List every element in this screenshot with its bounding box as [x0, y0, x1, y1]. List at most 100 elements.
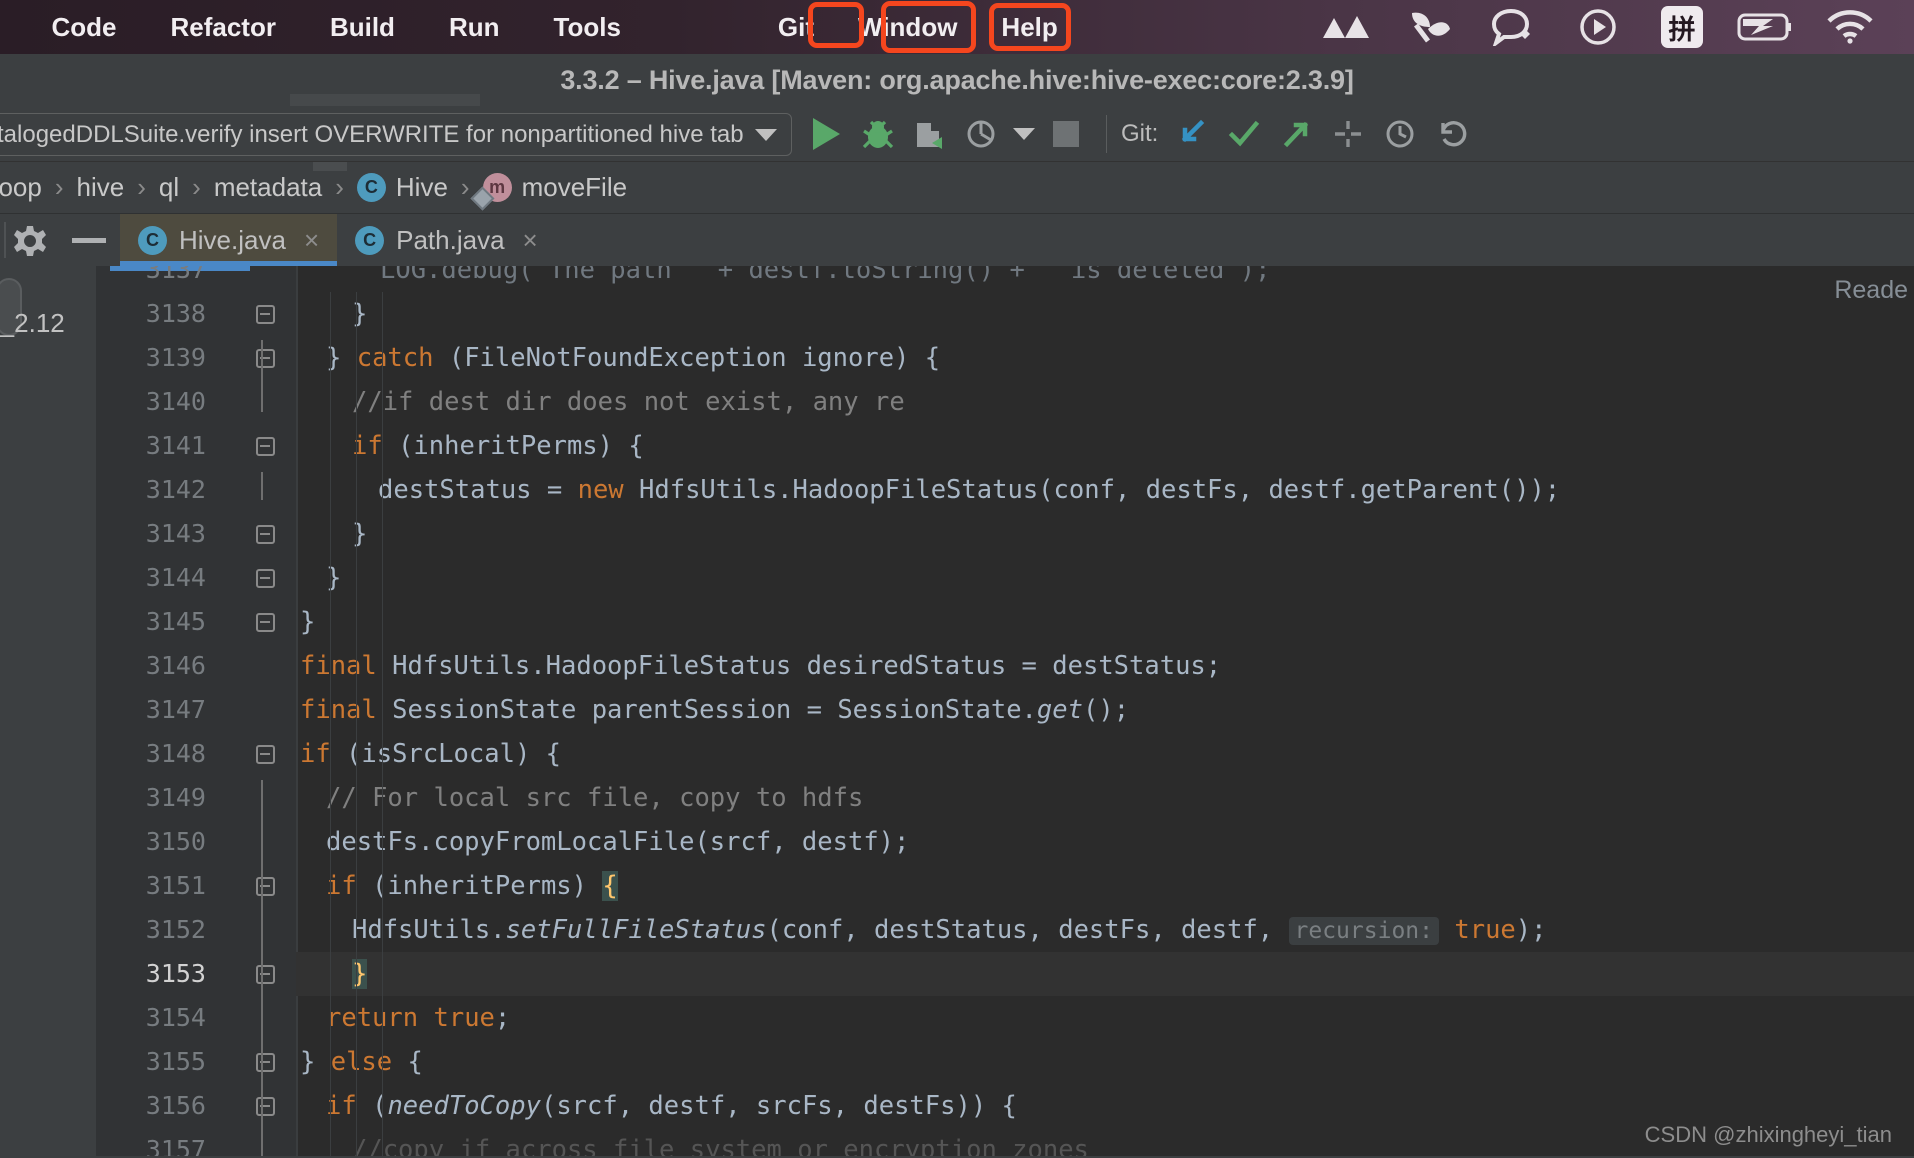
close-icon[interactable]: × — [304, 225, 319, 256]
debug-button[interactable] — [852, 108, 904, 160]
ime-label: 拼 — [1661, 6, 1703, 48]
code-row: 3152 HdfsUtils.setFullFileStatus(conf, de… — [0, 908, 1914, 952]
bug-icon — [862, 120, 894, 149]
run-configuration-selector[interactable]: talogedDDLSuite.verify insert OVERWRITE … — [0, 113, 792, 156]
code-text: if (isSrcLocal) { — [300, 732, 561, 776]
wifi-icon[interactable] — [1808, 0, 1892, 54]
line-number: 3148 — [145, 739, 206, 768]
rollback-icon[interactable] — [1426, 108, 1478, 160]
battery-charging-icon[interactable] — [1724, 0, 1808, 54]
fold-toggle-icon[interactable] — [252, 556, 278, 600]
play-icon — [812, 118, 840, 150]
tab-hive-java[interactable]: C Hive.java × — [120, 214, 338, 266]
menu-items: e Code Refactor Build Run Tools Git Wind… — [0, 0, 1080, 54]
menu-item-code[interactable]: Code — [24, 0, 143, 54]
fold-box — [255, 1096, 275, 1116]
menu-item-tools[interactable]: Tools — [527, 0, 648, 54]
line-number: 3144 — [145, 563, 206, 592]
menu-item-code-prev[interactable]: e — [0, 0, 24, 54]
fold-region-line — [261, 472, 263, 500]
code-text: } catch (FileNotFoundException ignore) { — [326, 336, 940, 380]
tab-path-java[interactable]: C Path.java × — [337, 214, 556, 266]
fold-toggle-icon[interactable] — [252, 424, 278, 468]
method-icon: m — [482, 173, 512, 202]
code-text: return true; — [326, 996, 510, 1040]
code-token: SessionState parentSession = SessionStat… — [376, 695, 1037, 725]
push-icon[interactable] — [1270, 108, 1322, 160]
commit-icon[interactable] — [1218, 108, 1270, 160]
menu-item-refactor[interactable]: Refactor — [143, 0, 302, 54]
fold-box — [255, 436, 275, 456]
fold-box — [255, 348, 275, 368]
breadcrumb-separator: › — [137, 172, 146, 202]
profiler-icon — [967, 120, 995, 148]
code-token: return — [326, 1003, 419, 1033]
run-with-coverage-button[interactable] — [904, 108, 956, 160]
profile-button[interactable] — [956, 108, 1008, 160]
breadcrumb-item-3[interactable]: metadata — [214, 172, 322, 203]
code-row: 3156 if (needToCopy(srcf, destf, srcFs, d… — [0, 1084, 1914, 1128]
menu-item-help[interactable]: Help — [979, 0, 1079, 54]
breadcrumb-item-1[interactable]: hive — [77, 172, 125, 203]
menu-item-run[interactable]: Run — [422, 0, 527, 54]
code-row: 3153} — [0, 952, 1914, 996]
fold-toggle-icon[interactable] — [252, 1040, 278, 1084]
code-row: 3148 if (isSrcLocal) { — [0, 732, 1914, 776]
code-text: final SessionState parentSession = Sessi… — [300, 688, 1129, 732]
leaf-icon[interactable] — [1388, 0, 1472, 54]
code-token: true — [1454, 915, 1516, 945]
breadcrumb-item-5[interactable]: m moveFile — [482, 172, 627, 203]
breadcrumb-item-0[interactable]: doop — [0, 172, 42, 203]
close-icon[interactable]: × — [523, 225, 538, 256]
profile-dropdown[interactable] — [1008, 108, 1040, 160]
editor-tab-strip: C Hive.java × C Path.java × — [0, 214, 1914, 266]
line-number: 3139 — [145, 343, 206, 372]
chat-bubble-icon[interactable] — [1472, 0, 1556, 54]
fold-box — [255, 744, 275, 764]
breadcrumb-item-4[interactable]: C Hive — [356, 172, 448, 203]
code-token: //copy if across file system or encrypti… — [352, 1135, 1089, 1156]
menu-item-window[interactable]: Window — [836, 0, 979, 54]
screen-root: e Code Refactor Build Run Tools Git Wind… — [0, 0, 1914, 1158]
line-number: 3138 — [145, 299, 206, 328]
fold-toggle-icon[interactable] — [252, 600, 278, 644]
ime-pinyin-icon[interactable]: 拼 — [1640, 0, 1724, 54]
update-project-icon[interactable] — [1166, 108, 1218, 160]
line-number: 3157 — [145, 1135, 206, 1156]
history-icon[interactable] — [1374, 108, 1426, 160]
tab-tool-buttons — [0, 214, 120, 266]
fold-toggle-icon[interactable] — [252, 292, 278, 336]
code-token: (); — [1082, 695, 1130, 725]
fold-toggle-icon[interactable] — [252, 1084, 278, 1128]
code-row: 3141 if (inheritPerms) { — [0, 424, 1914, 468]
line-number: 3146 — [145, 651, 206, 680]
gear-icon[interactable] — [14, 225, 46, 256]
fold-toggle-icon[interactable] — [252, 732, 278, 776]
run-button[interactable] — [800, 108, 852, 160]
mountains-icon[interactable] — [1304, 0, 1388, 54]
breadcrumb-item-2[interactable]: ql — [159, 172, 179, 203]
code-row: 3139 } catch (FileNotFoundException ignor… — [0, 336, 1914, 380]
menu-item-build[interactable]: Build — [303, 0, 422, 54]
code-text: } — [352, 952, 368, 996]
code-row: 3154 return true; — [0, 996, 1914, 1040]
toolbar-buttons: Git: — [800, 108, 1478, 160]
line-number: 3156 — [145, 1091, 206, 1120]
code-text: //copy if across file system or encrypti… — [352, 1128, 1089, 1156]
code-token: final — [300, 695, 377, 725]
fold-toggle-icon[interactable] — [252, 952, 278, 996]
code-token: HdfsUtils.HadoopFileStatus(conf, destFs,… — [623, 475, 1561, 505]
fold-toggle-icon[interactable] — [252, 336, 278, 380]
shelve-icon[interactable] — [1322, 108, 1374, 160]
code-editor[interactable]: nt_2.12 ] ] Reade 3137 LOG.debug("The pa… — [0, 266, 1914, 1156]
fold-region-line — [261, 1088, 263, 1156]
fold-toggle-icon[interactable] — [252, 512, 278, 556]
code-row: 3144} — [0, 556, 1914, 600]
stop-button[interactable] — [1040, 108, 1092, 160]
menu-item-git[interactable]: Git — [756, 0, 836, 54]
code-token: ); — [1515, 915, 1547, 945]
fold-toggle-icon[interactable] — [252, 864, 278, 908]
play-circle-icon[interactable] — [1556, 0, 1640, 54]
minus-icon[interactable] — [72, 237, 106, 243]
